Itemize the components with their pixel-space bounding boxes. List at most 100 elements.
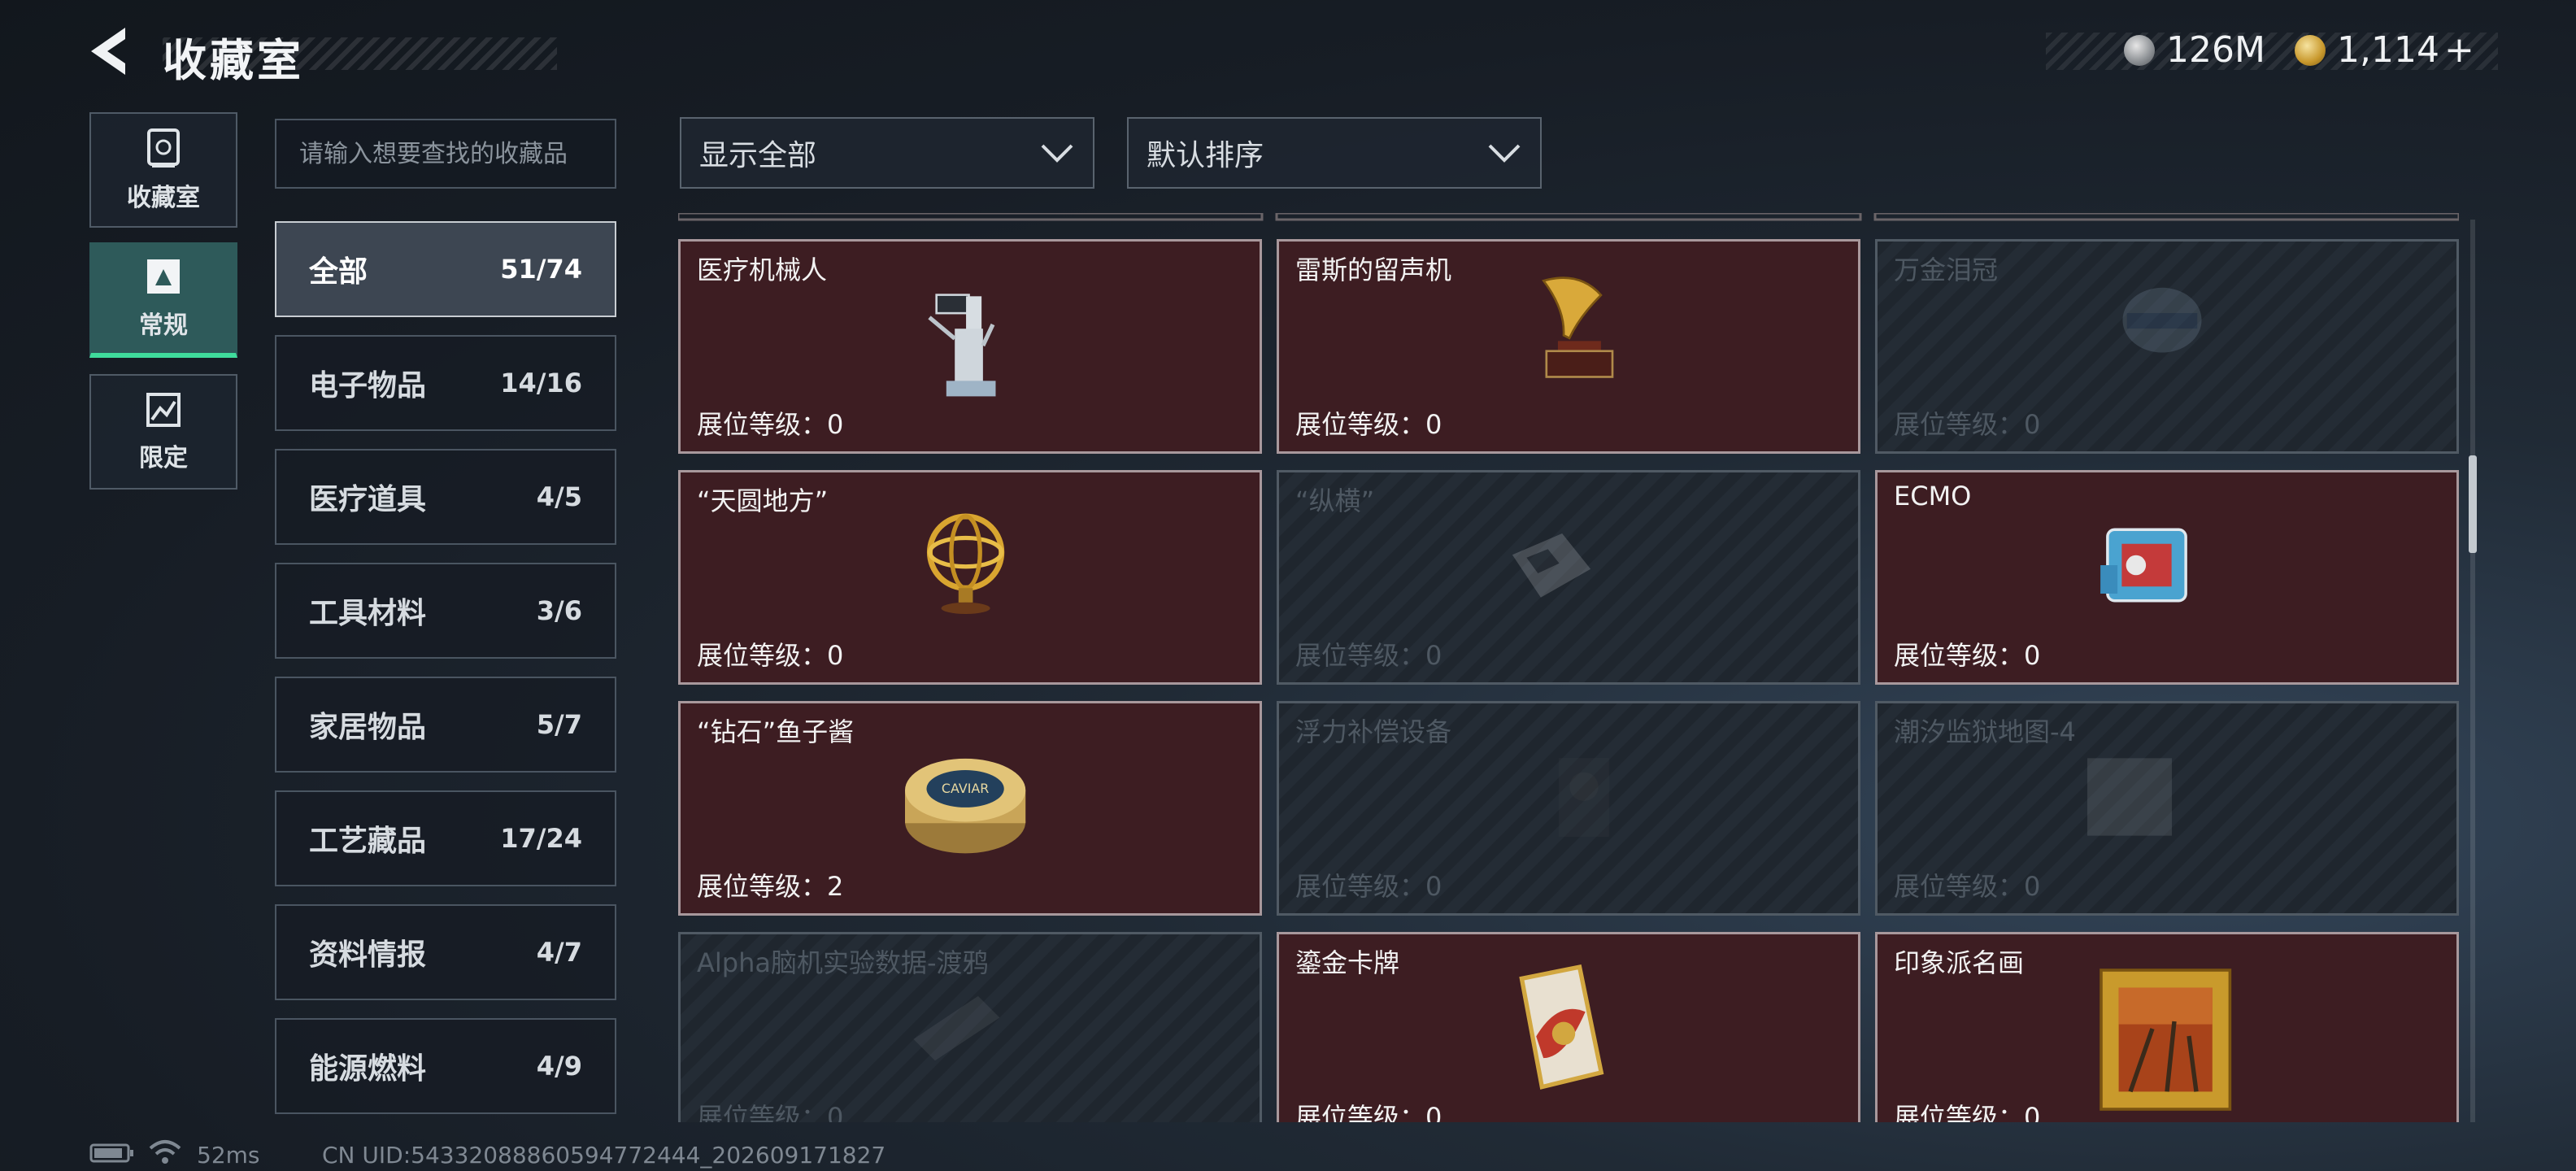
- search-input[interactable]: [275, 119, 616, 189]
- collection-item-card[interactable]: 雷斯的留声机 展位等级：0: [1277, 239, 1860, 454]
- scrollbar-thumb[interactable]: [2469, 455, 2477, 553]
- page-title: 收藏室: [163, 35, 304, 86]
- gold-amount: 1,114: [2337, 29, 2439, 71]
- gilded-card-icon: [1519, 964, 1604, 1090]
- item-display-level: 展位等级：0: [697, 1102, 844, 1122]
- tab-label: 限定: [139, 444, 188, 472]
- category-0[interactable]: 全部 51/74: [275, 221, 616, 317]
- item-name: 医疗机械人: [697, 255, 828, 285]
- gramophone-icon: [1542, 276, 1614, 378]
- ping-readout: 52ms: [197, 1142, 260, 1169]
- item-display-level: 展位等级：0: [1894, 640, 2041, 671]
- category-count: 4/9: [536, 1051, 582, 1082]
- category-count: 4/7: [536, 937, 582, 968]
- collection-item-card[interactable]: “天圆地方” 展位等级：0: [678, 470, 1262, 685]
- category-3[interactable]: 工具材料 3/6: [275, 563, 616, 659]
- collection-item-card[interactable]: 潮汐监狱地图-4 展位等级：0: [1875, 701, 2459, 916]
- data-drive-icon: [913, 995, 1000, 1061]
- sort-value: 默认排序: [1147, 139, 1264, 172]
- item-display-level: 展位等级：2: [697, 871, 844, 902]
- item-display-level: 展位等级：0: [1295, 409, 1442, 440]
- filter-value: 显示全部: [699, 139, 817, 172]
- battery-icon: [89, 1143, 133, 1163]
- item-display-level: 展位等级：0: [1295, 640, 1442, 671]
- category-name: 全部: [309, 255, 368, 289]
- category-5[interactable]: 工艺藏品 17/24: [275, 790, 616, 886]
- buoyancy-device-icon: [1559, 758, 1609, 838]
- item-name: “纵横”: [1295, 485, 1375, 516]
- chessboard-icon: [1512, 533, 1591, 598]
- collection-item-card[interactable]: CAVIAR “钻石”鱼子酱 展位等级：2: [678, 701, 1262, 916]
- item-name: “天圆地方”: [697, 485, 829, 516]
- category-count: 51/74: [500, 254, 582, 285]
- currency-silver: 126M: [2124, 29, 2265, 71]
- collection-item-card[interactable]: 印象派名画展位等级：0: [1875, 932, 2459, 1122]
- caviar-tin-icon: CAVIAR: [905, 758, 1026, 854]
- category-count: 4/5: [536, 481, 582, 512]
- collection-item-card[interactable]: 浮力补偿设备 展位等级：0: [1277, 701, 1860, 916]
- tab-label: 常规: [139, 311, 188, 340]
- back-arrow-icon: [91, 28, 125, 75]
- item-name: ECMO: [1894, 481, 1972, 511]
- armillary-sphere-icon: [926, 513, 1005, 614]
- category-name: 电子物品: [309, 369, 427, 403]
- tab-limited[interactable]: 限定: [89, 374, 237, 490]
- add-currency-button[interactable]: +: [2444, 29, 2474, 71]
- category-4[interactable]: 家居物品 5/7: [275, 677, 616, 773]
- category-2[interactable]: 医疗道具 4/5: [275, 449, 616, 545]
- category-7[interactable]: 能源燃料 4/9: [275, 1018, 616, 1114]
- item-name: 鎏金卡牌: [1295, 947, 1400, 978]
- item-display-level: 展位等级：0: [697, 640, 844, 671]
- scrollbar-track[interactable]: [2470, 220, 2475, 1122]
- item-name: “钻石”鱼子酱: [697, 716, 855, 747]
- sort-dropdown[interactable]: 默认排序: [1127, 117, 1542, 189]
- collection-item-card[interactable]: 万金泪冠 展位等级：0: [1875, 239, 2459, 454]
- category-count: 14/16: [500, 368, 582, 398]
- back-button[interactable]: [85, 23, 141, 80]
- medical-robot-icon: [928, 294, 996, 397]
- wifi-icon: [149, 1140, 181, 1164]
- user-uid: CN UID:54332088860594772444_202609171827: [322, 1142, 886, 1169]
- framed-painting-icon: [2100, 969, 2232, 1111]
- svg-text:CAVIAR: CAVIAR: [942, 781, 989, 796]
- item-display-level: 展位等级：0: [1295, 871, 1442, 902]
- tab-label: 收藏室: [127, 184, 200, 212]
- category-count: 17/24: [500, 823, 582, 854]
- collection-item-card[interactable]: Alpha脑机实验数据-渡鸦展位等级：0: [678, 932, 1262, 1122]
- silver-coin-icon: [2124, 34, 2155, 66]
- collection-item-card[interactable]: ECMO 展位等级：0: [1875, 470, 2459, 685]
- item-name: 印象派名画: [1894, 947, 2025, 978]
- category-name: 医疗道具: [309, 483, 427, 516]
- category-count: 3/6: [536, 595, 582, 626]
- chevron-down-icon: [1488, 144, 1521, 163]
- item-display-level: 展位等级：0: [1894, 1102, 2041, 1122]
- tab-collection-room[interactable]: 收藏室: [89, 112, 237, 228]
- category-name: 工具材料: [309, 597, 427, 630]
- limited-icon: [146, 393, 181, 427]
- item-display-level: 展位等级：0: [1894, 871, 2041, 902]
- image-frame-icon: [147, 259, 180, 294]
- collection-item-card[interactable]: “纵横” 展位等级：0: [1277, 470, 1860, 685]
- category-6[interactable]: 资料情报 4/7: [275, 904, 616, 1000]
- category-count: 5/7: [536, 709, 582, 740]
- collection-item-card[interactable]: 医疗机械人展位等级：0: [678, 239, 1262, 454]
- item-display-level: 展位等级：0: [1295, 1102, 1442, 1122]
- category-1[interactable]: 电子物品 14/16: [275, 335, 616, 431]
- category-name: 家居物品: [309, 711, 427, 744]
- category-name: 工艺藏品: [309, 825, 427, 858]
- chevron-down-icon: [1041, 144, 1073, 163]
- item-name: 浮力补偿设备: [1295, 716, 1452, 747]
- filter-dropdown[interactable]: 显示全部: [680, 117, 1094, 189]
- ecmo-machine-icon: [2100, 528, 2187, 603]
- item-name: 万金泪冠: [1894, 255, 1999, 285]
- currency-gold[interactable]: 1,114 +: [2295, 29, 2474, 71]
- crown-icon: [2122, 287, 2202, 353]
- item-display-level: 展位等级：0: [697, 409, 844, 440]
- category-name: 能源燃料: [309, 1052, 427, 1086]
- map-icon: [2087, 758, 2172, 836]
- collection-item-card[interactable]: 鎏金卡牌展位等级：0: [1277, 932, 1860, 1122]
- vault-icon: [147, 128, 180, 168]
- tab-regular[interactable]: 常规: [89, 242, 237, 358]
- item-name: Alpha脑机实验数据-渡鸦: [697, 947, 989, 978]
- gold-coin-icon: [2295, 34, 2326, 66]
